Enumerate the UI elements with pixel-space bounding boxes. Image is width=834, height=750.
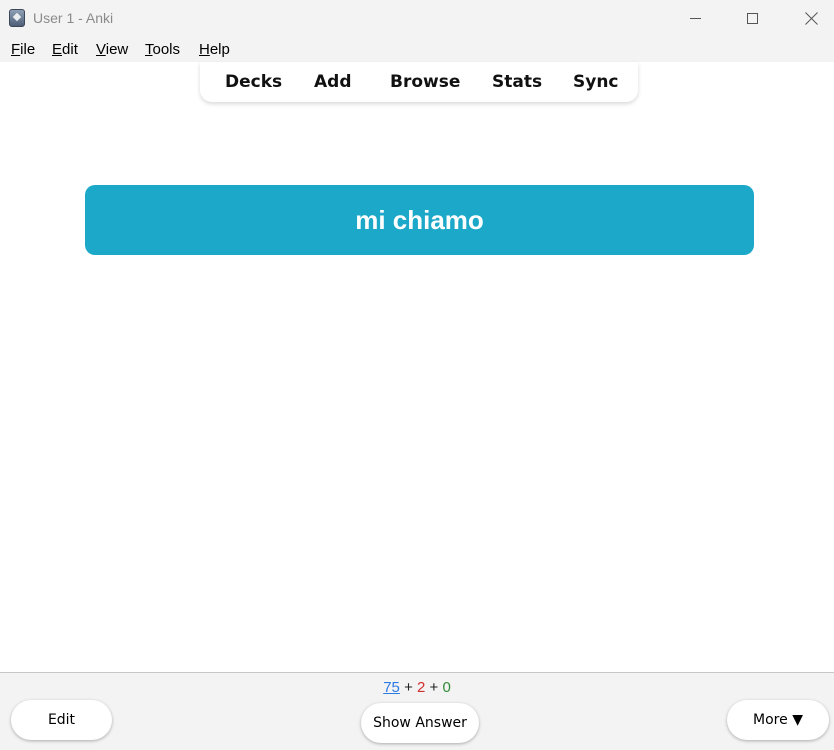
maximize-button[interactable]: [729, 0, 775, 36]
menu-help-label: elp: [209, 41, 230, 58]
due-counts: 75 + 2 + 0: [0, 679, 834, 696]
show-answer-button[interactable]: Show Answer: [361, 703, 479, 743]
menu-view-label: iew: [105, 41, 129, 58]
more-button[interactable]: More ▼: [727, 700, 829, 740]
learn-count: 2: [417, 679, 426, 696]
card-front-text: mi chiamo: [355, 204, 484, 235]
close-button[interactable]: [788, 0, 834, 36]
bottom-bar: 75 + 2 + 0 Edit Show Answer More ▼: [0, 672, 834, 750]
toolbar-sync[interactable]: Sync: [573, 72, 619, 92]
menu-bar: File Edit View Tools Help: [0, 36, 834, 62]
title-bar: User 1 - Anki: [0, 0, 834, 36]
menu-view-mnemonic: V: [96, 41, 106, 58]
menu-edit-mnemonic: E: [52, 41, 63, 58]
count-separator: +: [404, 679, 413, 696]
count-separator: +: [429, 679, 439, 696]
toolbar-stats[interactable]: Stats: [492, 72, 542, 92]
menu-edit-label: dit: [62, 41, 78, 58]
minimize-icon: [689, 17, 701, 19]
toolbar-browse[interactable]: Browse: [390, 72, 460, 92]
close-icon: [805, 12, 818, 25]
menu-help[interactable]: Help: [199, 41, 230, 58]
review-count: 0: [442, 679, 451, 696]
menu-tools-label: ools: [152, 41, 181, 58]
main-toolbar: Decks Add Browse Stats Sync: [200, 62, 638, 102]
menu-file-mnemonic: F: [11, 41, 21, 58]
new-count: 75: [383, 679, 400, 696]
menu-view[interactable]: View: [96, 41, 128, 58]
minimize-button[interactable]: [672, 0, 718, 36]
toolbar-decks[interactable]: Decks: [225, 72, 282, 92]
maximize-icon: [746, 12, 758, 24]
menu-file[interactable]: File: [11, 41, 35, 58]
window-title: User 1 - Anki: [33, 10, 114, 26]
anki-app-icon: [9, 9, 25, 27]
menu-help-mnemonic: H: [199, 41, 210, 58]
menu-tools-mnemonic: T: [145, 41, 153, 58]
menu-edit[interactable]: Edit: [52, 41, 78, 58]
card-front: mi chiamo: [85, 185, 754, 255]
edit-button[interactable]: Edit: [11, 700, 112, 740]
toolbar-add[interactable]: Add: [314, 72, 352, 92]
menu-file-label: ile: [20, 41, 36, 58]
menu-tools[interactable]: Tools: [145, 41, 180, 58]
